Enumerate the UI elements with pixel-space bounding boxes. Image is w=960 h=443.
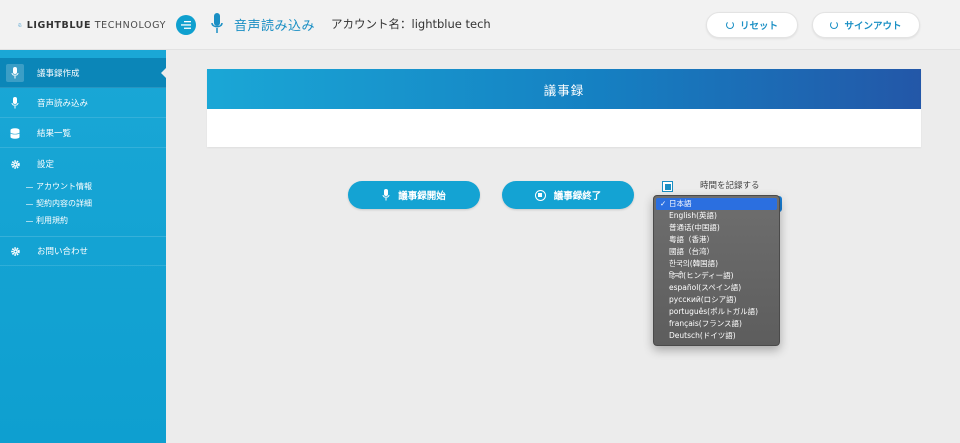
- mic-icon: [11, 67, 19, 79]
- language-option[interactable]: ✓ 日本語: [656, 198, 777, 210]
- sidebar-icon-box: [6, 124, 24, 142]
- power-icon: [830, 21, 839, 29]
- record-time-checkbox[interactable]: [662, 181, 673, 192]
- menu-lines-icon: [181, 21, 191, 29]
- start-minutes-label: 議事録開始: [398, 191, 446, 202]
- database-icon: [10, 127, 20, 139]
- logo-b-icon: [18, 23, 22, 27]
- menu-toggle-button[interactable]: [176, 15, 196, 35]
- sidebar-item-label: お問い合わせ: [37, 246, 89, 257]
- sidebar-item-contact[interactable]: お問い合わせ: [0, 236, 166, 266]
- language-option[interactable]: English(英語): [654, 210, 779, 222]
- language-option[interactable]: 粤語（香港）: [654, 234, 779, 246]
- language-option[interactable]: हिन्दी(ヒンディー語): [654, 270, 779, 282]
- mic-icon: [382, 189, 390, 201]
- stop-minutes-button[interactable]: 議事録終了: [502, 181, 634, 209]
- signout-button[interactable]: サインアウト: [812, 12, 920, 38]
- record-time-label: 時間を記録する: [700, 181, 760, 191]
- start-minutes-button[interactable]: 議事録開始: [348, 181, 480, 209]
- top-header: LIGHTBLUE TECHNOLOGY 音声読み込み アカウント名：light…: [0, 0, 960, 50]
- language-option[interactable]: 普通话(中国語): [654, 222, 779, 234]
- sidebar: 議事録作成 音声読み込み 結果一覧 設定 アカウント情報 契約内容の詳細 利用規…: [0, 50, 167, 443]
- reset-button-label: リセット: [739, 21, 778, 32]
- mic-icon: [11, 97, 19, 109]
- page-title: 音声読み込み: [234, 19, 316, 34]
- minutes-panel: 議事録: [207, 69, 921, 147]
- sidebar-item-label: 設定: [37, 160, 55, 170]
- sidebar-item-label: 議事録作成: [37, 68, 80, 79]
- language-option[interactable]: 한국의(韓国語): [654, 258, 779, 270]
- signout-button-label: サインアウト: [844, 21, 902, 32]
- language-dropdown-list: ✓ 日本語 English(英語) 普通话(中国語) 粤語（香港） 國語（台湾） …: [653, 195, 780, 346]
- sidebar-item-settings[interactable]: 設定: [0, 149, 166, 179]
- account-name: アカウント名：lightblue tech: [331, 17, 491, 31]
- refresh-icon: [725, 21, 734, 29]
- language-option[interactable]: 國語（台湾）: [654, 246, 779, 258]
- sidebar-icon-box: [6, 64, 24, 82]
- language-option[interactable]: español(スペイン語): [654, 282, 779, 294]
- language-option[interactable]: русский(ロシア語): [654, 294, 779, 306]
- stop-minutes-label: 議事録終了: [553, 191, 602, 202]
- brand-logo[interactable]: LIGHTBLUE TECHNOLOGY: [0, 0, 166, 50]
- sidebar-item-audio-import[interactable]: 音声読み込み: [0, 88, 166, 118]
- language-option[interactable]: français(フランス語): [654, 318, 779, 330]
- sidebar-icon-box: [6, 94, 24, 112]
- sidebar-icon-box: [6, 242, 24, 260]
- sidebar-item-label: 結果一覧: [37, 128, 72, 139]
- sidebar-sub-terms[interactable]: 利用規約: [26, 215, 68, 226]
- sidebar-sub-contract-details[interactable]: 契約内容の詳細: [26, 198, 92, 209]
- language-option[interactable]: português(ポルトガル語): [654, 306, 779, 318]
- language-option[interactable]: Deutsch(ドイツ語): [654, 330, 779, 342]
- stop-icon: [534, 189, 546, 201]
- mic-icon: [211, 13, 223, 33]
- gear-icon: [10, 159, 20, 169]
- checkmark-icon: ✓: [660, 199, 667, 208]
- sidebar-sub-account-info[interactable]: アカウント情報: [26, 181, 92, 192]
- logo-text: LIGHTBLUE TECHNOLOGY: [26, 19, 166, 31]
- reset-button[interactable]: リセット: [706, 12, 798, 38]
- minutes-panel-header: 議事録: [207, 69, 921, 109]
- sidebar-icon-box: [6, 155, 24, 173]
- sidebar-item-create-minutes[interactable]: 議事録作成: [0, 58, 167, 88]
- sidebar-item-label: 音声読み込み: [37, 98, 89, 109]
- sidebar-item-results[interactable]: 結果一覧: [0, 118, 166, 148]
- panel-title: 議事録: [543, 82, 585, 98]
- gear-icon: [10, 246, 20, 256]
